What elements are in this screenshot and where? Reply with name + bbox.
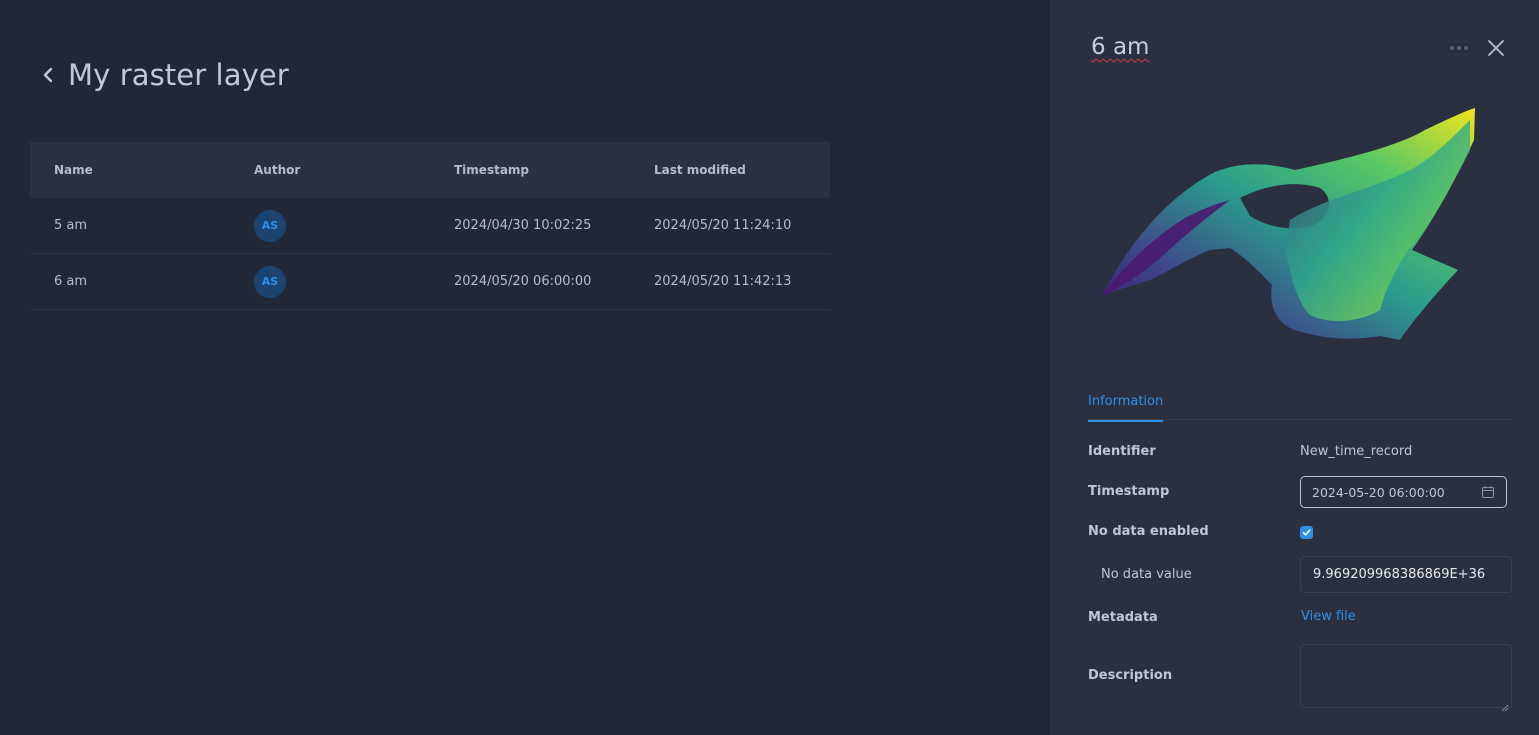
nodata-value-text: 9.969209968386869E+36 xyxy=(1313,567,1486,582)
row-last-modified: 2024/05/20 11:42:13 xyxy=(654,274,792,289)
timestamp-input-value: 2024-05-20 06:00:00 xyxy=(1312,484,1445,500)
details-panel: 6 am Information Identifier New_time_rec… xyxy=(1050,0,1539,735)
row-last-modified: 2024/05/20 11:24:10 xyxy=(654,218,792,233)
identifier-label: Identifier xyxy=(1088,444,1156,459)
panel-title[interactable]: 6 am xyxy=(1091,34,1149,60)
row-name: 6 am xyxy=(54,274,88,289)
metadata-label: Metadata xyxy=(1088,610,1158,625)
nodata-enabled-label: No data enabled xyxy=(1088,524,1209,539)
panel-tabs: Information xyxy=(1088,384,1511,422)
column-header-author[interactable]: Author xyxy=(230,163,430,177)
tab-information[interactable]: Information xyxy=(1088,394,1164,422)
nodata-enabled-checkbox[interactable] xyxy=(1300,526,1313,539)
column-header-timestamp[interactable]: Timestamp xyxy=(430,163,630,177)
resize-handle-icon[interactable] xyxy=(1501,697,1509,712)
avatar: AS xyxy=(254,265,286,298)
description-textarea[interactable] xyxy=(1300,644,1512,712)
nodata-value-input[interactable]: 9.969209968386869E+36 xyxy=(1300,556,1512,593)
row-timestamp: 2024/05/20 06:00:00 xyxy=(454,274,592,289)
column-header-name[interactable]: Name xyxy=(30,163,230,177)
page-title: My raster layer xyxy=(42,58,289,92)
timestamp-label: Timestamp xyxy=(1088,484,1170,499)
column-header-last-modified[interactable]: Last modified xyxy=(630,163,830,177)
view-file-link[interactable]: View file xyxy=(1301,609,1356,624)
identifier-value: New_time_record xyxy=(1300,444,1413,459)
nodata-value-label: No data value xyxy=(1101,567,1192,582)
raster-preview-image xyxy=(1090,100,1490,350)
row-timestamp: 2024/04/30 10:02:25 xyxy=(454,218,592,233)
more-options-icon[interactable] xyxy=(1448,40,1472,56)
calendar-icon[interactable] xyxy=(1481,485,1495,499)
panel-title-text[interactable]: 6 am xyxy=(1091,34,1149,60)
row-author-cell: AS xyxy=(230,265,430,298)
table-row[interactable]: 6 am AS 2024/05/20 06:00:00 2024/05/20 1… xyxy=(30,254,830,310)
records-table: Name Author Timestamp Last modified 5 am… xyxy=(30,142,830,310)
description-label: Description xyxy=(1088,668,1173,683)
row-author-cell: AS xyxy=(230,209,430,242)
page-title-text: My raster layer xyxy=(68,58,289,92)
avatar: AS xyxy=(254,209,286,242)
row-name: 5 am xyxy=(54,218,88,233)
timestamp-input[interactable]: 2024-05-20 06:00:00 xyxy=(1300,476,1507,508)
table-row[interactable]: 5 am AS 2024/04/30 10:02:25 2024/05/20 1… xyxy=(30,198,830,254)
chevron-left-icon[interactable] xyxy=(42,64,56,86)
table-header: Name Author Timestamp Last modified xyxy=(30,142,830,198)
close-icon[interactable] xyxy=(1487,39,1505,57)
